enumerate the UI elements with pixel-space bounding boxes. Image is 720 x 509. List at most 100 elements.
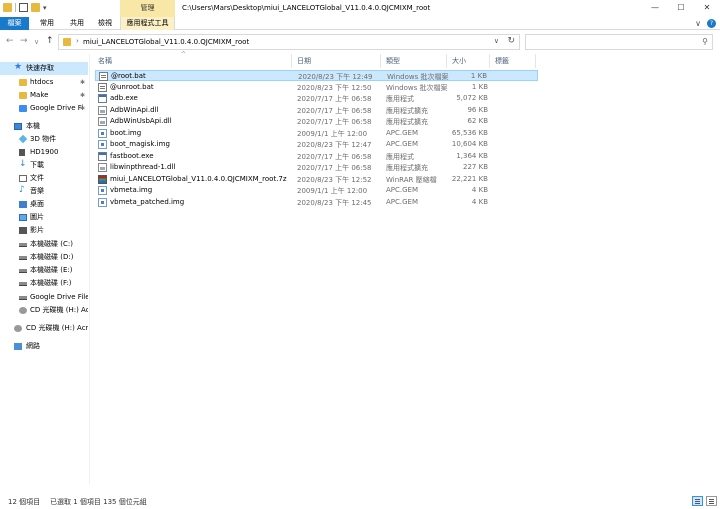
file-size: 227 KB	[463, 163, 488, 171]
file-row[interactable]: AdbWinApi.dll 2020/7/17 上午 06:58 應用程式擴充 …	[95, 105, 538, 116]
sidebar-item-drive-c[interactable]: 本機磁碟 (C:)	[0, 238, 88, 251]
file-size: 5,072 KB	[456, 94, 488, 102]
file-size: 1 KB	[470, 72, 487, 80]
large-icons-view-button[interactable]	[706, 496, 717, 506]
sidebar-item-label: Google Drive Fi	[30, 104, 84, 112]
sidebar-item-music[interactable]: ♪ 音樂	[0, 185, 88, 198]
dll-file-icon	[98, 163, 107, 172]
address-bar[interactable]: › miui_LANCELOTGlobal_V11.0.4.0.QJCMIXM_…	[58, 34, 520, 50]
search-box[interactable]: ⚲	[525, 34, 713, 50]
address-path[interactable]: miui_LANCELOTGlobal_V11.0.4.0.QJCMIXM_ro…	[83, 38, 249, 46]
sidebar-item-drive-f[interactable]: 本機磁碟 (F:)	[0, 277, 88, 290]
file-row[interactable]: AdbWinUsbApi.dll 2020/7/17 上午 06:58 應用程式…	[95, 116, 538, 127]
forward-arrow-icon[interactable]: →	[20, 36, 28, 46]
file-date: 2009/1/1 上午 12:00	[297, 187, 368, 195]
documents-icon	[19, 175, 27, 182]
pane-divider[interactable]	[89, 54, 90, 484]
column-divider[interactable]	[489, 54, 490, 68]
column-header-tags[interactable]: 標籤	[495, 56, 509, 66]
title-bar: ▾ 管理 C:\Users\Mars\Desktop\miui_LANCELOT…	[0, 0, 720, 17]
sidebar-item-3d-objects[interactable]: 3D 物件	[0, 133, 88, 146]
tab-share[interactable]: 共用	[62, 17, 92, 30]
expand-ribbon-icon[interactable]: ∨	[695, 17, 701, 30]
manage-tab[interactable]: 管理	[120, 0, 175, 17]
column-divider[interactable]	[535, 54, 536, 68]
maximize-button[interactable]: ☐	[668, 0, 694, 17]
ribbon-tabs: 檔案 常用 共用 檢視 應用程式工具 ∨ ?	[0, 17, 720, 30]
img-file-icon	[98, 140, 107, 149]
sidebar-item-label: 下載	[30, 161, 44, 169]
sidebar-item-google-drive[interactable]: Google Drive Fi ✱	[0, 102, 88, 115]
navigation-bar: ← → ∨ ↑ › miui_LANCELOTGlobal_V11.0.4.0.…	[0, 32, 720, 52]
file-row[interactable]: vbmeta_patched.img 2020/8/23 下午 12:45 AP…	[95, 197, 538, 208]
customize-toolbar-icon[interactable]: ▾	[43, 4, 47, 12]
search-icon[interactable]: ⚲	[702, 37, 708, 46]
details-view-button[interactable]	[692, 496, 703, 506]
sidebar-item-hd1900[interactable]: HD1900	[0, 146, 88, 159]
column-header-type[interactable]: 類型	[386, 56, 400, 66]
sidebar-item-videos[interactable]: 影片	[0, 224, 88, 237]
sidebar-item-label: 影片	[30, 226, 44, 234]
tab-view[interactable]: 檢視	[92, 17, 118, 30]
sidebar-item-google-drive-file-stream[interactable]: Google Drive File S	[0, 291, 88, 304]
column-header-size[interactable]: 大小	[452, 56, 466, 66]
folder-icon[interactable]	[3, 3, 12, 12]
sidebar-item-label: 桌面	[30, 200, 44, 208]
column-divider[interactable]	[291, 54, 292, 68]
column-header-date[interactable]: 日期	[297, 56, 311, 66]
sidebar-item-htdocs[interactable]: htdocs ✱	[0, 76, 88, 89]
sidebar-item-quick-access[interactable]: ★ 快速存取	[0, 62, 88, 75]
sidebar-item-make[interactable]: Make ✱	[0, 89, 88, 102]
sidebar-item-label: 本機磁碟 (E:)	[30, 266, 73, 274]
sidebar-item-drive-e[interactable]: 本機磁碟 (E:)	[0, 264, 88, 277]
navigation-pane: ★ 快速存取 htdocs ✱ Make ✱ Google Drive Fi ✱…	[0, 54, 88, 484]
column-divider[interactable]	[446, 54, 447, 68]
file-row[interactable]: boot.img 2009/1/1 上午 12:00 APC.GEM 65,53…	[95, 128, 538, 139]
column-header-name[interactable]: 名稱	[98, 56, 112, 66]
file-name: miui_LANCELOTGlobal_V11.0.4.0.QJCMIXM_ro…	[110, 175, 287, 183]
file-row[interactable]: libwinpthread-1.dll 2020/7/17 上午 06:58 應…	[95, 162, 538, 173]
help-icon[interactable]: ?	[707, 19, 716, 28]
file-row[interactable]: adb.exe 2020/7/17 上午 06:58 應用程式 5,072 KB	[95, 93, 538, 104]
sidebar-item-label: 本機磁碟 (C:)	[30, 240, 73, 248]
new-folder-icon[interactable]	[31, 3, 40, 12]
sidebar-item-network[interactable]: 網路	[0, 340, 88, 353]
file-row[interactable]: @unroot.bat 2020/8/23 下午 12:50 Windows 批…	[95, 82, 538, 93]
file-row[interactable]: fastboot.exe 2020/7/17 上午 06:58 應用程式 1,3…	[95, 151, 538, 162]
file-size: 4 KB	[471, 198, 488, 206]
file-name: adb.exe	[110, 94, 138, 102]
file-row[interactable]: boot_magisk.img 2020/8/23 下午 12:47 APC.G…	[95, 139, 538, 150]
dll-file-icon	[98, 106, 107, 115]
tab-home[interactable]: 常用	[32, 17, 62, 30]
chevron-right-icon[interactable]: ›	[76, 37, 79, 45]
tab-application-tools[interactable]: 應用程式工具	[120, 17, 175, 30]
refresh-icon[interactable]: ↻	[507, 36, 515, 46]
file-row[interactable]: @root.bat 2020/8/23 下午 12:49 Windows 批次檔…	[95, 70, 538, 81]
properties-icon[interactable]	[19, 3, 28, 12]
back-arrow-icon[interactable]: ←	[6, 36, 14, 46]
tab-file[interactable]: 檔案	[0, 17, 29, 30]
sidebar-item-pictures[interactable]: 圖片	[0, 211, 88, 224]
up-arrow-icon[interactable]: ↑	[46, 36, 54, 46]
sidebar-item-cd-drive-root[interactable]: CD 光碟機 (H:) Acro	[0, 322, 88, 335]
file-name: boot.img	[110, 129, 142, 137]
sidebar-item-drive-d[interactable]: 本機磁碟 (D:)	[0, 251, 88, 264]
sidebar-item-label: 3D 物件	[30, 135, 57, 143]
file-name: libwinpthread-1.dll	[110, 163, 176, 171]
sidebar-item-documents[interactable]: 文件	[0, 172, 88, 185]
recent-locations-icon[interactable]: ∨	[34, 38, 39, 46]
close-button[interactable]: ✕	[694, 0, 720, 17]
chevron-down-icon[interactable]: ∨	[494, 37, 499, 45]
sidebar-item-downloads[interactable]: ↓ 下載	[0, 159, 88, 172]
minimize-button[interactable]: —	[642, 0, 668, 17]
batch-file-icon	[98, 83, 107, 92]
column-divider[interactable]	[380, 54, 381, 68]
sidebar-item-this-pc[interactable]: 本機	[0, 120, 88, 133]
file-row[interactable]: miui_LANCELOTGlobal_V11.0.4.0.QJCMIXM_ro…	[95, 174, 538, 185]
sidebar-item-cd-drive[interactable]: CD 光碟機 (H:) Acro	[0, 304, 88, 317]
search-input[interactable]	[530, 35, 700, 49]
sidebar-item-desktop[interactable]: 桌面	[0, 198, 88, 211]
dll-file-icon	[98, 117, 107, 126]
network-icon	[14, 343, 22, 350]
file-row[interactable]: vbmeta.img 2009/1/1 上午 12:00 APC.GEM 4 K…	[95, 185, 538, 196]
